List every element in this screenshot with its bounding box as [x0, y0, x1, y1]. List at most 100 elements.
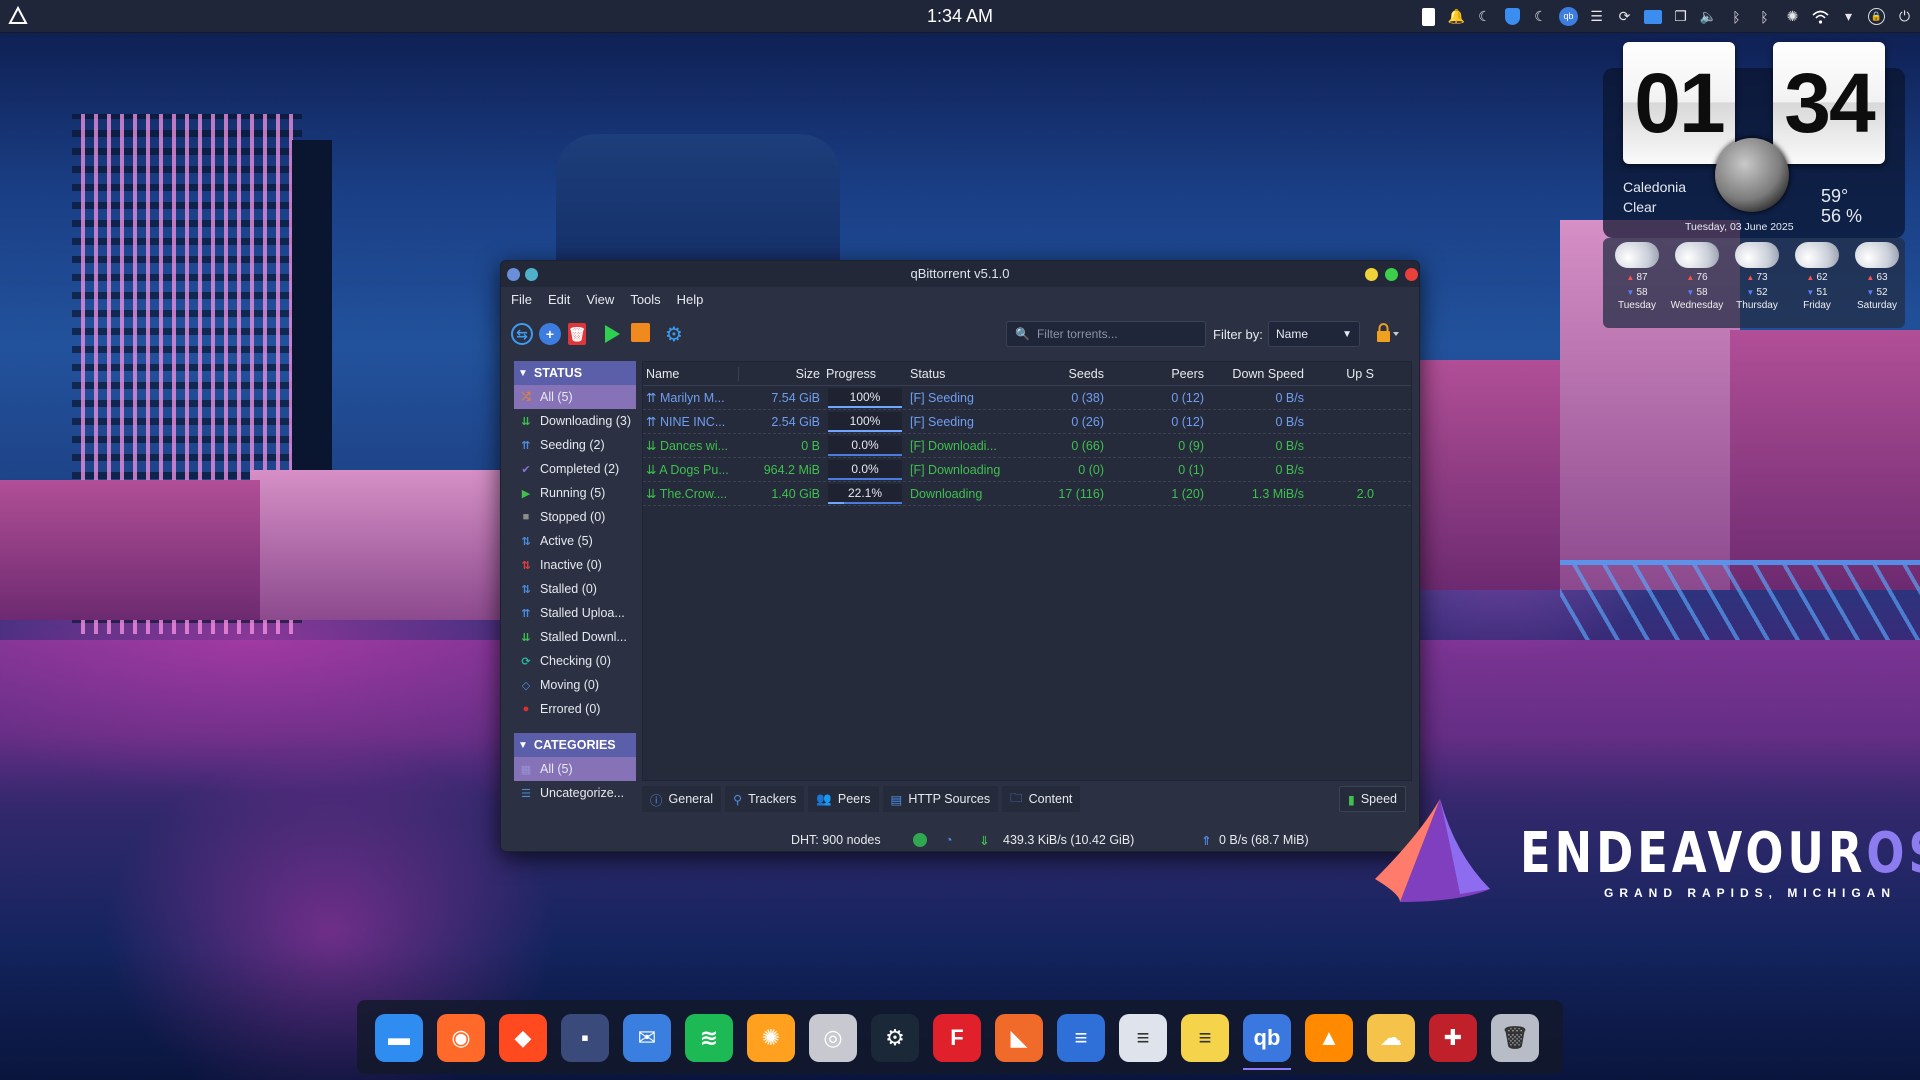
- col-seeds[interactable]: Seeds: [1007, 367, 1107, 381]
- status-filter-8[interactable]: ⇅ Stalled (0): [514, 577, 636, 601]
- delete-icon[interactable]: 🗑: [568, 323, 586, 345]
- flipboard-icon[interactable]: F: [933, 1014, 981, 1062]
- status-filter-9[interactable]: ⇈ Stalled Uploa...: [514, 601, 636, 625]
- spotify-icon[interactable]: ≋: [685, 1014, 733, 1062]
- status-filter-7[interactable]: ⇅ Inactive (0): [514, 553, 636, 577]
- upload-speed[interactable]: 0 B/s (68.7 MiB): [1219, 833, 1309, 847]
- category-filter-1[interactable]: ☰ Uncategorize...: [514, 781, 636, 805]
- col-size[interactable]: Size: [739, 367, 823, 381]
- tab-content[interactable]: 🗀 Content: [1002, 786, 1081, 812]
- webcam-icon[interactable]: ◎: [809, 1014, 857, 1062]
- tab-http-sources[interactable]: ▤ HTTP Sources: [882, 786, 999, 812]
- table-row[interactable]: ⇈ NINE INC... 2.54 GiB 100% [F] Seeding 0 (2…: [643, 410, 1411, 434]
- col-name[interactable]: Name: [643, 366, 739, 381]
- status-filter-2[interactable]: ⇈ Seeding (2): [514, 433, 636, 457]
- lock-icon[interactable]: 🔒: [1867, 7, 1886, 26]
- filter-torrents-input[interactable]: 🔍 Filter torrents...: [1006, 321, 1206, 347]
- notification-bell-icon[interactable]: 🔔: [1447, 7, 1466, 26]
- moon-icon[interactable]: ☾: [1531, 7, 1550, 26]
- bluetooth-alt-icon[interactable]: ᛒ: [1755, 7, 1774, 26]
- menu-tools[interactable]: Tools: [630, 292, 660, 307]
- menu-view[interactable]: View: [586, 292, 614, 307]
- tab-http-sources-label: HTTP Sources: [908, 792, 991, 806]
- steam-icon[interactable]: ⚙: [871, 1014, 919, 1062]
- sync-icon[interactable]: ⟳: [1615, 7, 1634, 26]
- status-filter-label: Running (5): [540, 486, 606, 500]
- category-filter-0[interactable]: ▦ All (5): [514, 757, 636, 781]
- night-light-icon[interactable]: ☾: [1475, 7, 1494, 26]
- firefox-icon[interactable]: ◉: [437, 1014, 485, 1062]
- status-filter-1[interactable]: ⇊ Downloading (3): [514, 409, 636, 433]
- add-link-icon[interactable]: ⇆: [511, 323, 533, 345]
- alt-speed-icon[interactable]: ◔: [945, 833, 953, 847]
- add-torrent-icon[interactable]: +: [539, 323, 561, 345]
- text-editor-icon[interactable]: ≡: [1119, 1014, 1167, 1062]
- orange-app-icon[interactable]: ✺: [747, 1014, 795, 1062]
- status-filter-12[interactable]: ◇ Moving (0): [514, 673, 636, 697]
- col-down-speed[interactable]: Down Speed: [1207, 367, 1307, 381]
- screen-icon[interactable]: [1643, 7, 1662, 26]
- status-filter-6[interactable]: ⇅ Active (5): [514, 529, 636, 553]
- table-row[interactable]: ⇈ Marilyn M... 7.54 GiB 100% [F] Seeding 0 (…: [643, 386, 1411, 410]
- categories-header[interactable]: ▼ CATEGORIES: [514, 733, 636, 757]
- col-peers[interactable]: Peers: [1107, 367, 1207, 381]
- notes-icon[interactable]: ≡: [1181, 1014, 1229, 1062]
- minimize-button[interactable]: [1365, 268, 1378, 281]
- qbittorrent-icon[interactable]: qb: [1243, 1014, 1291, 1062]
- col-progress[interactable]: Progress: [823, 367, 907, 381]
- power-icon[interactable]: ⏻: [1895, 7, 1914, 26]
- status-filter-4[interactable]: ▶ Running (5): [514, 481, 636, 505]
- trash-icon[interactable]: 🗑: [1491, 1014, 1539, 1062]
- status-filter-13[interactable]: ● Errored (0): [514, 697, 636, 721]
- status-filter-label: Inactive (0): [540, 558, 602, 572]
- volume-icon[interactable]: 🔈: [1699, 7, 1718, 26]
- menu-file[interactable]: File: [511, 292, 532, 307]
- vlc-icon[interactable]: ▲: [1305, 1014, 1353, 1062]
- col-up-speed[interactable]: Up S: [1307, 367, 1377, 381]
- tab-general[interactable]: ⓘ General: [642, 786, 721, 812]
- weather-icon[interactable]: ☁: [1367, 1014, 1415, 1062]
- options-gear-icon[interactable]: ⚙: [663, 323, 685, 346]
- downloading-arrow-icon: ⇊: [646, 487, 660, 501]
- col-status[interactable]: Status: [907, 367, 1007, 381]
- connection-status-icon[interactable]: [913, 833, 927, 847]
- endeavour-launcher-icon[interactable]: [8, 5, 28, 26]
- status-filter-10[interactable]: ⇊ Stalled Downl...: [514, 625, 636, 649]
- maximize-button[interactable]: [1385, 268, 1398, 281]
- bible-icon[interactable]: ✚: [1429, 1014, 1477, 1062]
- wifi-icon[interactable]: [1811, 7, 1830, 26]
- tab-peers[interactable]: 👥 Peers: [808, 786, 879, 812]
- gitlab-icon[interactable]: ◣: [995, 1014, 1043, 1062]
- status-filter-5[interactable]: ■ Stopped (0): [514, 505, 636, 529]
- close-button[interactable]: [1405, 268, 1418, 281]
- resume-icon[interactable]: [601, 323, 623, 345]
- clipboard-icon[interactable]: [1419, 7, 1438, 26]
- writer-icon[interactable]: ≡: [1057, 1014, 1105, 1062]
- alt-speed-lock-icon[interactable]: [1376, 323, 1399, 342]
- chevron-down-icon[interactable]: ▾: [1839, 7, 1858, 26]
- display-icon[interactable]: ❐: [1671, 7, 1690, 26]
- qbittorrent-tray-icon[interactable]: qb: [1559, 7, 1578, 26]
- tab-trackers[interactable]: ⚲ Trackers: [725, 786, 805, 812]
- table-row[interactable]: ⇊ Dances wi... 0 B 0.0% [F] Downloadi... 0 (…: [643, 434, 1411, 458]
- notes-icon[interactable]: ☰: [1587, 7, 1606, 26]
- mail-icon[interactable]: ✉: [623, 1014, 671, 1062]
- filter-by-select[interactable]: Name ▼: [1268, 321, 1360, 347]
- status-filter-11[interactable]: ⟳ Checking (0): [514, 649, 636, 673]
- brave-icon[interactable]: ◆: [499, 1014, 547, 1062]
- table-row[interactable]: ⇊ A Dogs Pu... 964.2 MiB 0.0% [F] Downloadi…: [643, 458, 1411, 482]
- ghost-app-icon[interactable]: ▪: [561, 1014, 609, 1062]
- menu-edit[interactable]: Edit: [548, 292, 570, 307]
- download-speed[interactable]: 439.3 KiB/s (10.42 GiB): [1003, 833, 1134, 847]
- bluetooth-icon[interactable]: ᛒ: [1727, 7, 1746, 26]
- table-row[interactable]: ⇊ The.Crow.... 1.40 GiB 22.1% Downloading 17…: [643, 482, 1411, 506]
- files-icon[interactable]: ▬: [375, 1014, 423, 1062]
- brightness-icon[interactable]: ✺: [1783, 7, 1802, 26]
- titlebar[interactable]: qBittorrent v5.1.0: [501, 261, 1419, 287]
- status-filter-0[interactable]: ⤮ All (5): [514, 385, 636, 409]
- status-filter-3[interactable]: ✔ Completed (2): [514, 457, 636, 481]
- status-header[interactable]: ▼ STATUS: [514, 361, 636, 385]
- shield-icon[interactable]: [1503, 7, 1522, 26]
- pause-icon[interactable]: [631, 323, 650, 342]
- menu-help[interactable]: Help: [677, 292, 704, 307]
